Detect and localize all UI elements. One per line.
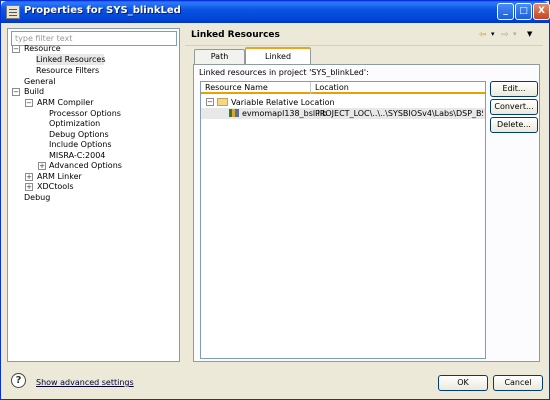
tree-item-debug[interactable]: Debug [24,192,50,203]
forward-menu-icon[interactable]: ▾ [513,30,517,38]
forward-arrow-icon[interactable]: ⇨ [501,30,509,40]
window-app-icon [6,5,20,19]
expander-icon[interactable]: + [25,183,33,191]
tree-item-optimization[interactable]: Optimization [49,118,100,129]
linked-resources-table: Resource Name Location − Variable Relati… [200,81,486,359]
tree-item-include-options[interactable]: Include Options [49,139,112,150]
tree-item-resource-filters[interactable]: Resource Filters [36,65,99,76]
table-header: Resource Name Location [201,82,485,94]
back-menu-icon[interactable]: ▾ [491,30,495,38]
delete-button[interactable]: Delete... [490,117,538,133]
expander-icon[interactable]: − [25,99,33,107]
header-divider [185,45,543,46]
tree-item-arm-compiler[interactable]: ARM Compiler [37,97,93,108]
tree-item-linked-resources[interactable]: Linked Resources [36,54,106,65]
tab-content: Linked resources in project 'SYS_blinkLe… [193,64,540,362]
cancel-button[interactable]: Cancel [493,375,543,391]
view-menu-icon[interactable]: ▼ [527,30,532,38]
tree-item-xdctools[interactable]: XDCtools [37,181,74,192]
title-bar[interactable]: Properties for SYS_blinkLed _ □ X [1,1,550,23]
linked-resources-page: Linked Resources ⇦ ▾ ⇨ ▾ ▼ Path Variable… [185,28,543,362]
edit-button[interactable]: Edit... [490,81,538,97]
table-row[interactable]: evmomapl138_bsl.lib PROJECT_LOC\..\..\SY… [201,108,485,119]
expander-icon[interactable]: + [25,173,33,181]
expander-icon[interactable]: − [12,88,20,96]
expander-icon[interactable]: − [12,45,20,53]
location-cell: PROJECT_LOC\..\..\SYSBIOSv4\Labs\DSP_BSL… [315,109,483,118]
ok-button[interactable]: OK [438,375,488,391]
window-title: Properties for SYS_blinkLed [24,5,181,16]
expander-icon[interactable]: + [38,162,46,170]
page-nav: ⇦ ▾ ⇨ ▾ ▼ [479,30,539,42]
maximize-button[interactable]: □ [515,3,532,20]
properties-dialog: Properties for SYS_blinkLed _ □ X type f… [0,0,550,400]
table-row[interactable]: − Variable Relative Location [201,97,485,108]
show-advanced-settings-link[interactable]: Show advanced settings [36,378,134,387]
tab-path-variables[interactable]: Path Variables [194,49,245,74]
column-resource-name[interactable]: Resource Name [201,82,311,94]
expander-icon[interactable]: − [206,98,214,106]
tree-item-advanced-options[interactable]: Advanced Options [49,160,122,171]
tree-item-build[interactable]: Build [24,86,44,97]
convert-button[interactable]: Convert... [490,99,538,115]
linked-resources-description: Linked resources in project 'SYS_blinkLe… [199,68,369,77]
column-location[interactable]: Location [311,82,485,94]
back-arrow-icon[interactable]: ⇦ [479,30,487,40]
group-label: Variable Relative Location [231,98,335,107]
page-title: Linked Resources [191,30,280,40]
tab-linked-resources[interactable]: Linked Resources [245,47,311,76]
close-button[interactable]: X [533,3,550,20]
library-file-icon [229,109,239,117]
tree-item-resource[interactable]: Resource [24,43,61,54]
folder-icon [217,98,228,106]
help-icon[interactable]: ? [11,373,26,388]
minimize-button[interactable]: _ [497,3,514,20]
properties-tree-pane: type filter text − Resource Linked Resou… [7,28,180,362]
